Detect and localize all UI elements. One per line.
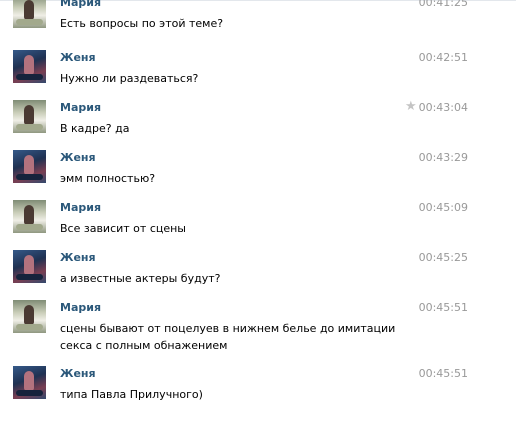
message-text: эмм полностью? bbox=[60, 172, 156, 185]
message-author[interactable]: Женя bbox=[60, 151, 96, 164]
message-time[interactable]: 00:45:25 bbox=[419, 251, 468, 264]
message-text: сцены бывают от поцелуев в нижнем белье … bbox=[60, 322, 396, 352]
message-author[interactable]: Мария bbox=[60, 0, 101, 9]
message-time[interactable]: 00:45:51 bbox=[419, 301, 468, 314]
message-time[interactable]: 00:43:29 bbox=[419, 151, 468, 164]
message-time[interactable]: 00:45:51 bbox=[419, 367, 468, 380]
message-text: типа Павла Прилучного) bbox=[60, 388, 203, 401]
avatar[interactable] bbox=[13, 200, 46, 233]
message-author[interactable]: Женя bbox=[60, 51, 96, 64]
message-text: Есть вопросы по этой теме? bbox=[60, 17, 224, 30]
message-text: В кадре? да bbox=[60, 122, 130, 135]
message-author[interactable]: Мария bbox=[60, 201, 101, 214]
message-author[interactable]: Женя bbox=[60, 367, 96, 380]
message-author[interactable]: Мария bbox=[60, 301, 101, 314]
message-time[interactable]: 00:45:09 bbox=[419, 201, 468, 214]
star-icon[interactable]: ★ bbox=[405, 100, 417, 114]
avatar[interactable] bbox=[13, 150, 46, 183]
message-text: Нужно ли раздеваться? bbox=[60, 72, 199, 85]
message-time[interactable]: 00:41:25 bbox=[419, 0, 468, 9]
avatar[interactable] bbox=[13, 0, 46, 28]
avatar[interactable] bbox=[13, 366, 46, 399]
message-time[interactable]: 00:42:51 bbox=[419, 51, 468, 64]
avatar[interactable] bbox=[13, 100, 46, 133]
avatar[interactable] bbox=[13, 300, 46, 333]
avatar[interactable] bbox=[13, 50, 46, 83]
message-text: а известные актеры будут? bbox=[60, 272, 221, 285]
message-list: Мария 00:41:25 Есть вопросы по этой теме… bbox=[0, 0, 516, 429]
message-author[interactable]: Женя bbox=[60, 251, 96, 264]
message-text: Все зависит от сцены bbox=[60, 222, 186, 235]
message-author[interactable]: Мария bbox=[60, 101, 101, 114]
avatar[interactable] bbox=[13, 250, 46, 283]
message-time[interactable]: 00:43:04 bbox=[419, 101, 468, 114]
